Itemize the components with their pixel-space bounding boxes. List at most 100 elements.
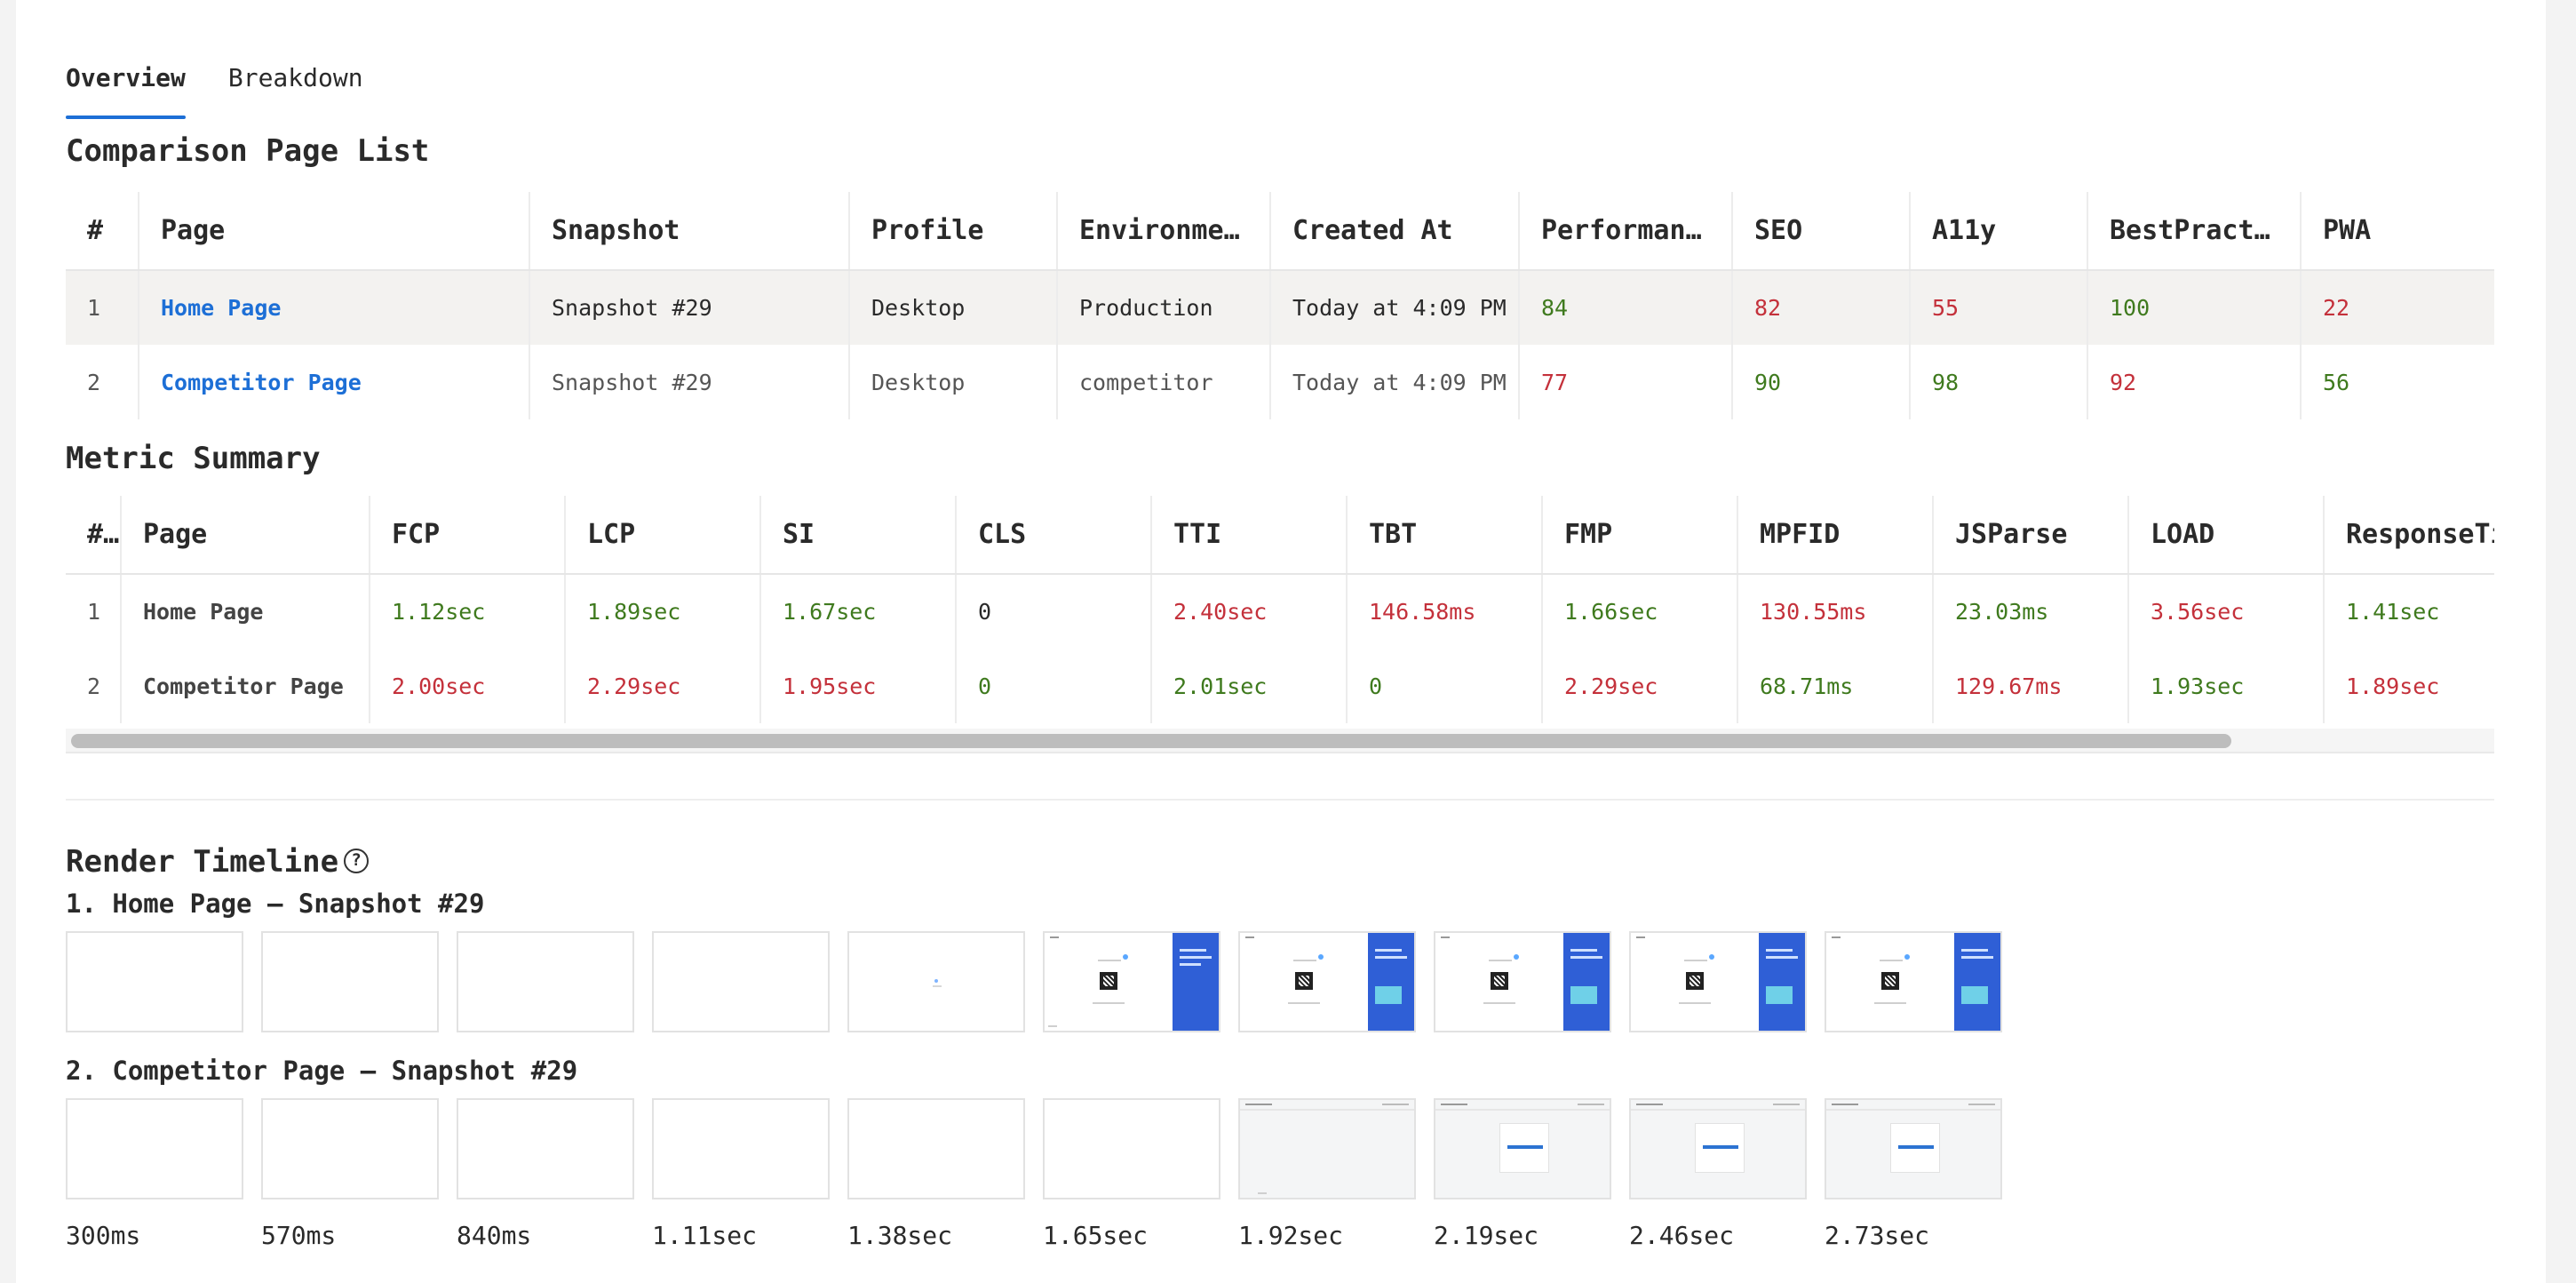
comparison-header-row: # Page Snapshot Profile Environment Crea… (66, 192, 2494, 271)
col-header-profile[interactable]: Profile (849, 192, 1058, 271)
a11y-cell: 98 (1910, 345, 2088, 419)
fcp-value: 2.00sec (370, 649, 566, 723)
filmstrip-frame[interactable] (1043, 931, 1220, 1032)
created-at-cell: Today at 4:09 PM (1270, 345, 1520, 419)
page-name: Competitor Page (121, 649, 370, 723)
pwa-cell: 22 (2301, 270, 2494, 345)
filmstrip-frame[interactable] (1629, 931, 1807, 1032)
page-name: Home Page (121, 574, 370, 649)
filmstrip-frame[interactable] (66, 931, 243, 1032)
filmstrip-frame[interactable] (1629, 1098, 1807, 1199)
response-time-value: 1.89sec (2346, 673, 2440, 699)
metric-header-row: # Page FCP LCP SI CLS TTI TBT FMP MPFID … (66, 496, 2494, 575)
frame-time-label: 1.11sec (652, 1221, 758, 1250)
filmstrip-frame[interactable] (847, 931, 1025, 1032)
table-row[interactable]: 2 Competitor Page Snapshot #29 Desktop c… (66, 345, 2494, 419)
frame-time-label: 1.65sec (1043, 1221, 1149, 1250)
col-header-created-at[interactable]: Created At (1270, 192, 1520, 271)
row-index: 2 (66, 649, 122, 723)
col-header-environment[interactable]: Environment (1057, 192, 1271, 271)
filmstrip-frame[interactable] (261, 931, 439, 1032)
jsparse-value: 129.67ms (1933, 649, 2129, 723)
col-header-cls: CLS (956, 496, 1152, 575)
cls-value: 0 (956, 574, 1152, 649)
filmstrip-frame[interactable] (457, 931, 634, 1032)
page-link[interactable]: Home Page (139, 270, 530, 345)
table-row: 1 Home Page 1.12sec 1.89sec 1.67sec 0 2.… (66, 574, 2494, 649)
comparison-table: # Page Snapshot Profile Environment Crea… (66, 192, 2494, 419)
filmstrip-frame[interactable] (66, 1098, 243, 1199)
mpfid-value: 68.71ms (1737, 649, 1934, 723)
filmstrip-frame[interactable] (847, 1098, 1025, 1199)
col-header-a11y[interactable]: A11y (1910, 192, 2088, 271)
question-circle-icon[interactable]: ? (344, 848, 370, 873)
horizontal-scrollbar[interactable] (66, 729, 2494, 753)
col-header-fmp: FMP (1542, 496, 1738, 575)
filmstrip-frame[interactable] (457, 1098, 634, 1199)
snapshot-cell: Snapshot #29 (529, 345, 850, 419)
load-value: 3.56sec (2128, 574, 2325, 649)
col-header-fcp: FCP (370, 496, 566, 575)
seo-cell: 82 (1732, 270, 1911, 345)
jsparse-value: 23.03ms (1933, 574, 2129, 649)
filmstrip-frame[interactable] (1238, 931, 1416, 1032)
filmstrip-frame[interactable] (261, 1098, 439, 1199)
filmstrip-frame[interactable] (1825, 1098, 2002, 1199)
performance-cell: 77 (1519, 345, 1733, 419)
tab-breakdown[interactable]: Breakdown (228, 59, 363, 119)
frame-time-label: 2.19sec (1434, 1221, 1539, 1250)
col-header-tbt: TBT (1347, 496, 1543, 575)
tti-value: 2.01sec (1151, 649, 1348, 723)
col-header-mpfid: MPFID (1737, 496, 1934, 575)
col-header-si: SI (760, 496, 957, 575)
pwa-cell: 56 (2323, 369, 2350, 395)
snapshot-cell: Snapshot #29 (529, 270, 850, 345)
col-header-seo[interactable]: SEO (1732, 192, 1911, 271)
col-header-snapshot[interactable]: Snapshot (529, 192, 850, 271)
competitor-page-timeline-title: 2. Competitor Page – Snapshot #29 (66, 1056, 578, 1086)
frame-time-label: 300ms (66, 1221, 141, 1250)
filmstrip-frame[interactable] (1043, 1098, 1220, 1199)
col-header-tti: TTI (1151, 496, 1348, 575)
col-header-index: # (66, 192, 139, 271)
table-row: 2 Competitor Page 2.00sec 2.29sec 1.95se… (66, 649, 2494, 723)
filmstrip-frame[interactable] (1434, 931, 1611, 1032)
best-practices-cell: 92 (2087, 345, 2302, 419)
comparison-title: Comparison Page List (66, 133, 430, 169)
fmp-value: 2.29sec (1542, 649, 1738, 723)
fcp-value: 1.12sec (370, 574, 566, 649)
row-index: 1 (66, 270, 139, 345)
col-header-lcp: LCP (565, 496, 761, 575)
filmstrip-frame[interactable] (652, 931, 830, 1032)
metric-table-scroll-area[interactable]: # Page FCP LCP SI CLS TTI TBT FMP MPFID … (66, 496, 2494, 753)
tab-overview[interactable]: Overview (66, 59, 186, 119)
col-header-best-practices[interactable]: BestPracti… (2087, 192, 2302, 271)
environment-cell: Production (1057, 270, 1271, 345)
mpfid-value: 130.55ms (1737, 574, 1934, 649)
frame-time-label: 2.46sec (1629, 1221, 1735, 1250)
si-value: 1.67sec (760, 574, 957, 649)
table-row[interactable]: 1 Home Page Snapshot #29 Desktop Product… (66, 270, 2494, 345)
load-value: 1.93sec (2128, 649, 2325, 723)
col-header-load: LOAD (2128, 496, 2325, 575)
scrollbar-thumb[interactable] (71, 734, 2231, 748)
report-card: Overview Breakdown Comparison Page List … (16, 0, 2546, 1283)
performance-cell: 84 (1519, 270, 1733, 345)
col-header-jsparse: JSParse (1933, 496, 2129, 575)
filmstrip-frame[interactable] (1825, 931, 2002, 1032)
col-header-performance[interactable]: Performance (1519, 192, 1733, 271)
cls-value: 0 (956, 649, 1152, 723)
render-timeline-title: Render Timeline (66, 844, 339, 880)
filmstrip-frame[interactable] (1434, 1098, 1611, 1199)
lcp-value: 2.29sec (565, 649, 761, 723)
filmstrip-frame[interactable] (1238, 1098, 1416, 1199)
page-link[interactable]: Competitor Page (139, 345, 530, 419)
col-header-pwa[interactable]: PWA (2301, 192, 2494, 271)
seo-cell: 90 (1732, 345, 1911, 419)
frame-time-label: 1.92sec (1238, 1221, 1344, 1250)
col-header-page[interactable]: Page (139, 192, 530, 271)
lcp-value: 1.89sec (565, 574, 761, 649)
profile-cell: Desktop (849, 270, 1058, 345)
filmstrip-frame[interactable] (652, 1098, 830, 1199)
render-timeline-heading: Render Timeline? (66, 844, 370, 880)
